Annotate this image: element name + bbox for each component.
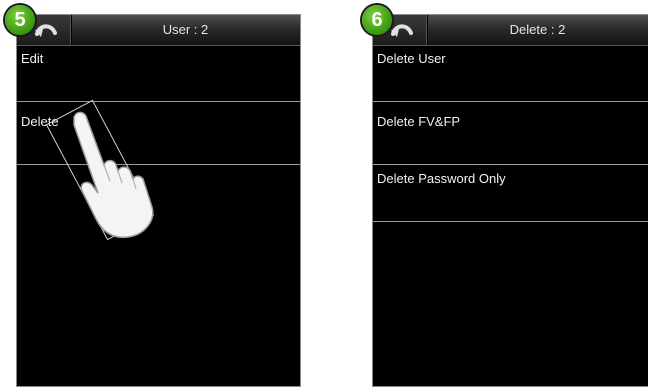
menu-item-label: Delete Password Only [377,171,506,186]
step-badge: 6 [362,5,392,35]
delete-menu-screen: Delete : 2 Delete User Delete FV&FP Dele… [372,14,648,387]
title-bar: User : 2 [17,15,300,46]
step-badge: 5 [5,5,35,35]
menu-item-label: Delete FV&FP [377,114,461,129]
menu-item-delete-user[interactable]: Delete User [373,46,648,102]
menu-item-delete-fv-fp[interactable]: Delete FV&FP [373,109,648,165]
back-arrow-icon [35,24,57,37]
menu-item-label: Delete User [377,51,446,66]
menu-item-edit[interactable]: Edit [17,46,300,102]
title-bar: Delete : 2 [373,15,648,46]
menu-item-delete-password-only[interactable]: Delete Password Only [373,166,648,222]
page-title: User : 2 [162,22,209,37]
tap-hand-icon [45,99,155,241]
page-title: Delete : 2 [509,22,566,37]
menu-item-label: Edit [21,51,44,66]
back-arrow-icon [391,24,413,37]
